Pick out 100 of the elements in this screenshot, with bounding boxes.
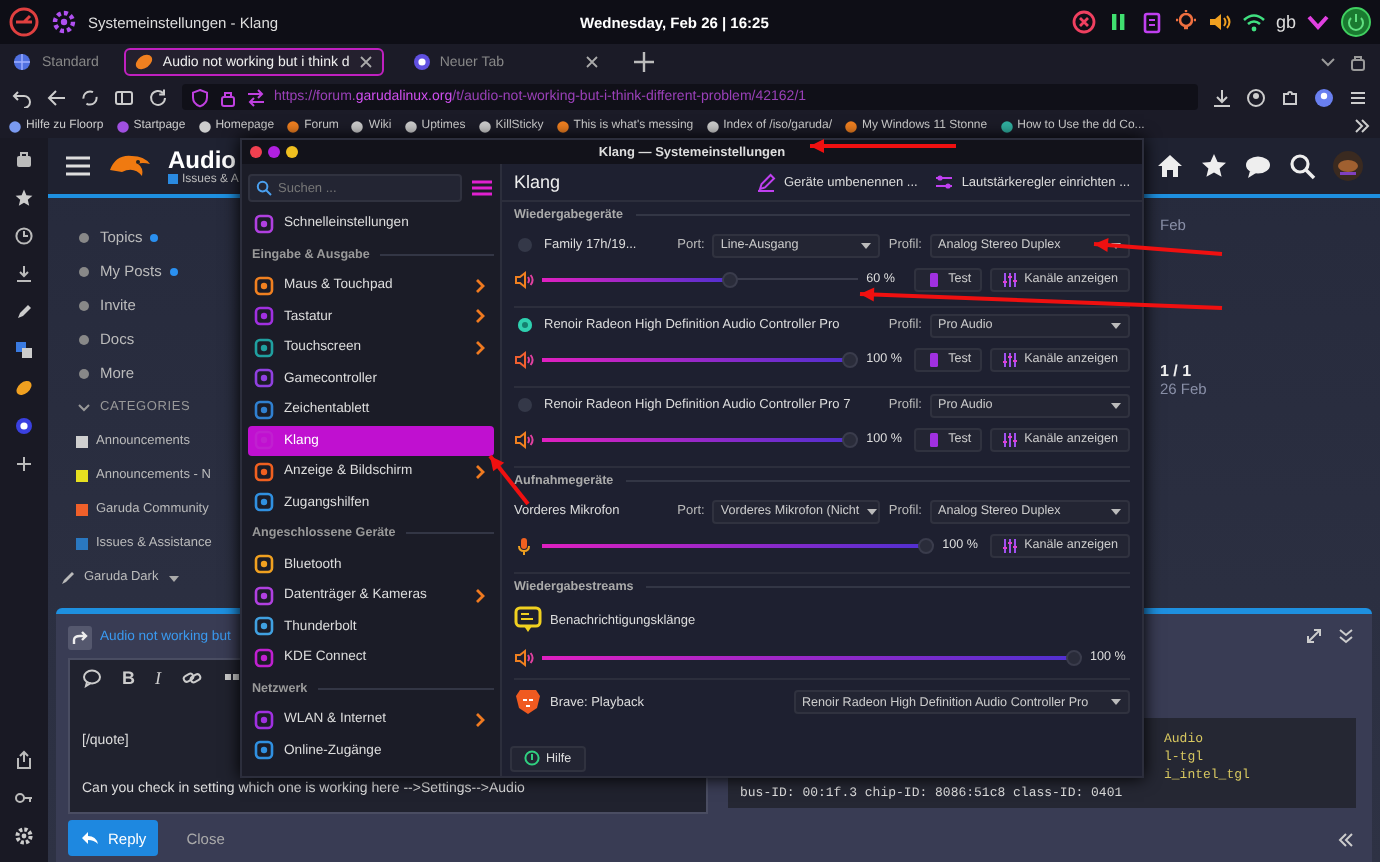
menu-icon[interactable] [64, 152, 92, 180]
category-icon [254, 306, 274, 327]
briefcase-icon[interactable] [14, 150, 34, 170]
nav-icon [76, 263, 92, 279]
chevron-right-icon[interactable] [1352, 116, 1372, 136]
clock-icon[interactable] [14, 226, 34, 246]
account-icon[interactable] [1246, 87, 1266, 107]
slider-thumb[interactable] [842, 431, 859, 447]
home-icon[interactable] [1156, 152, 1184, 180]
speaker-icon[interactable] [514, 647, 534, 667]
volume-slider[interactable] [542, 351, 859, 367]
default-device-radio[interactable] [518, 398, 532, 412]
link-icon[interactable] [181, 668, 201, 688]
close-icon[interactable] [583, 54, 600, 70]
equalizer-icon [1002, 351, 1019, 367]
power-icon[interactable] [1340, 6, 1372, 38]
nav-icon [76, 297, 92, 313]
minimize-dot[interactable] [286, 146, 298, 158]
speaker-icon[interactable] [514, 349, 534, 369]
caret-icon [860, 239, 873, 251]
volume-slider[interactable] [542, 537, 935, 553]
microphone-icon[interactable] [514, 535, 534, 555]
star-icon[interactable] [14, 188, 34, 208]
volume-slider[interactable] [542, 431, 859, 447]
sync-icon[interactable] [80, 87, 100, 107]
volume-slider[interactable] [542, 649, 1082, 665]
circle-icon [286, 119, 301, 133]
globe-icon[interactable] [12, 52, 32, 72]
share-icon[interactable] [14, 750, 34, 770]
italic-button[interactable]: I [155, 668, 161, 688]
caret-icon [1110, 399, 1122, 411]
wifi-icon[interactable] [1241, 10, 1266, 34]
share-icon[interactable] [68, 625, 92, 649]
bold-button[interactable]: B [122, 668, 135, 688]
reload-icon[interactable] [148, 87, 168, 107]
default-device-radio[interactable] [518, 238, 532, 252]
category-icon [254, 585, 274, 606]
clipboard-icon[interactable] [1139, 10, 1164, 34]
close-icon[interactable] [357, 54, 374, 70]
speaker-box-icon [926, 431, 943, 447]
gear-icon [52, 10, 76, 34]
plus-icon[interactable] [631, 50, 656, 74]
close-icon[interactable] [1071, 10, 1096, 34]
circle-icon [115, 119, 130, 133]
download-icon[interactable] [1212, 87, 1232, 107]
circle-icon [999, 119, 1014, 133]
undo-icon[interactable] [12, 87, 32, 107]
category-icon [254, 275, 274, 296]
settings-icon[interactable] [14, 826, 34, 846]
leaf-icon[interactable] [14, 378, 34, 398]
caret-icon [1110, 319, 1122, 331]
speaker-icon[interactable] [514, 429, 534, 449]
category-icon [254, 399, 274, 420]
help-icon [524, 750, 540, 766]
chevron-down-icon[interactable] [1306, 10, 1330, 34]
double-chevron-icon[interactable] [1336, 830, 1356, 850]
keyboard-layout[interactable]: gb [1275, 12, 1296, 32]
speaker-icon[interactable] [514, 269, 534, 289]
speaker-box-icon [926, 271, 943, 287]
circle-icon [197, 119, 212, 133]
speech-bubble-icon[interactable] [82, 668, 102, 688]
slider-thumb[interactable] [918, 537, 935, 553]
slider-thumb[interactable] [842, 351, 859, 367]
slider-thumb[interactable] [1066, 649, 1082, 665]
circle-icon [403, 119, 418, 133]
shield-icon[interactable] [190, 87, 210, 107]
page-title: Klang [514, 172, 561, 192]
plus-icon[interactable] [14, 454, 34, 474]
download-icon[interactable] [14, 264, 34, 284]
back-icon[interactable] [46, 87, 66, 107]
close-dot[interactable] [250, 146, 262, 158]
expand-icon[interactable] [1304, 626, 1324, 646]
circle-icon[interactable] [14, 416, 34, 436]
lightbulb-icon[interactable] [1173, 10, 1198, 34]
category-icon [254, 709, 274, 730]
default-device-radio[interactable] [518, 318, 532, 332]
volume-icon[interactable] [1207, 10, 1232, 34]
category-icon [254, 740, 274, 761]
chevron-down-icon[interactable] [1318, 52, 1338, 72]
timeline-position[interactable]: 1 / 1 [1160, 362, 1380, 380]
chat-icon[interactable] [1244, 152, 1272, 180]
caret-icon [1110, 505, 1122, 517]
nav-icon [76, 365, 92, 381]
category-icon [254, 368, 274, 389]
star-icon[interactable] [1200, 152, 1228, 180]
menu-icon[interactable] [1348, 87, 1368, 107]
circle-icon [477, 119, 492, 133]
collapse-icon[interactable] [1336, 626, 1356, 646]
avatar-icon[interactable] [1314, 87, 1334, 107]
chevron-down-icon[interactable] [76, 399, 92, 415]
sidebar-icon[interactable] [114, 87, 134, 107]
volume-slider[interactable] [542, 271, 859, 287]
key-icon[interactable] [14, 788, 34, 808]
maximize-dot[interactable] [268, 146, 280, 158]
pencil-icon[interactable] [14, 302, 34, 322]
category-icon [254, 554, 274, 575]
search-icon[interactable] [1288, 152, 1316, 180]
equalizer-icon [1002, 271, 1019, 287]
slider-thumb[interactable] [722, 271, 739, 287]
reply-icon [80, 828, 100, 848]
